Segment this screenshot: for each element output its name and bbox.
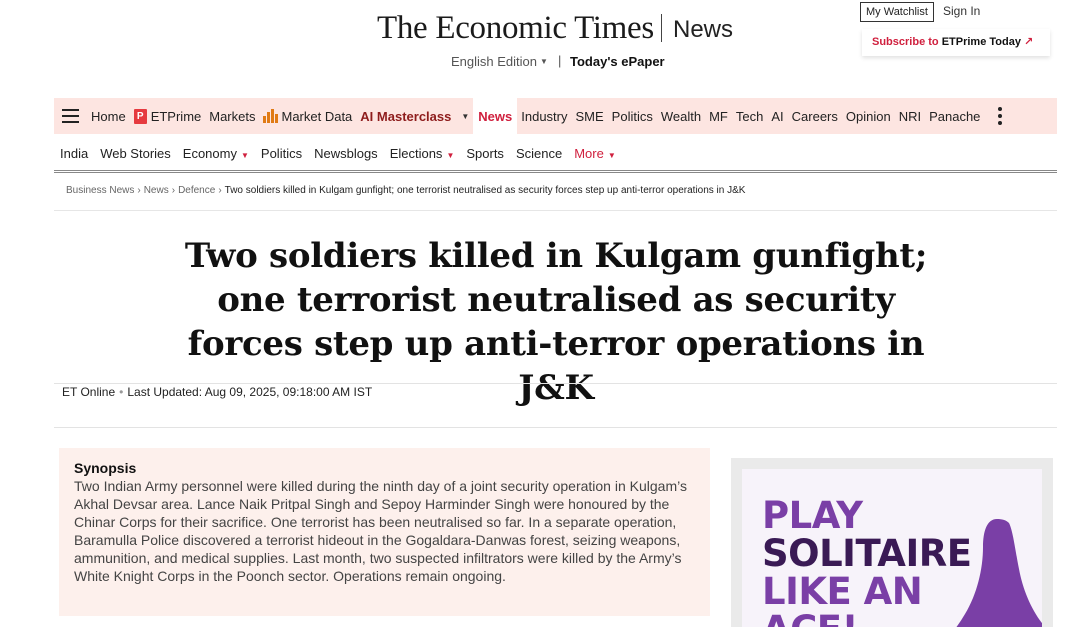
subnav-item-science[interactable]: Science <box>510 146 568 161</box>
nav-item-mf[interactable]: MF <box>705 98 732 134</box>
nav-item-nri[interactable]: NRI <box>895 98 925 134</box>
subnav-item-more-label: More <box>574 145 604 161</box>
site-logo[interactable]: The Economic Times <box>377 10 654 47</box>
ad-headline: PLAY SOLITAIRE LIKE AN ACE! <box>762 494 972 627</box>
etprime-icon: P <box>133 108 147 124</box>
watchlist-button[interactable]: My Watchlist <box>860 2 934 22</box>
breadcrumb-separator: › <box>218 185 222 196</box>
edition-label: English Edition <box>451 54 537 69</box>
breadcrumb-item-business-news[interactable]: Business News <box>66 185 134 196</box>
subnav-item-politics[interactable]: Politics <box>255 146 308 161</box>
last-updated: Last Updated: Aug 09, 2025, 09:18:00 AM … <box>127 385 373 399</box>
subnav-item-india[interactable]: India <box>54 146 94 161</box>
bar-chart-icon <box>263 109 279 123</box>
ad-line: ACE! <box>762 611 971 627</box>
kebab-menu-icon[interactable] <box>998 107 1003 125</box>
sign-in-link[interactable]: Sign In <box>943 4 980 18</box>
nav-item-politics[interactable]: Politics <box>608 98 657 134</box>
subscribe-brand: ETPrime Today <box>941 36 1021 48</box>
subnav-item-more[interactable]: More ▼ <box>568 146 622 161</box>
breadcrumb-divider <box>54 210 1057 211</box>
nav-item-market-data-label: Market Data <box>281 108 353 124</box>
subnav-item-elections-label: Elections <box>389 145 443 161</box>
chevron-down-icon: ▼ <box>446 150 455 160</box>
nav-item-news[interactable]: News <box>473 98 518 134</box>
breadcrumb: Business News › News › Defence › Two soldiers … <box>66 185 745 196</box>
nav-item-ai-masterclass-label: AI Masterclass <box>360 108 452 124</box>
breadcrumb-separator: › <box>137 185 141 196</box>
nav-item-markets[interactable]: Markets <box>205 98 259 134</box>
section-title[interactable]: News <box>673 16 733 44</box>
subscribe-prefix: Subscribe to <box>872 36 939 48</box>
secondary-nav: India Web Stories Economy ▼ Politics News… <box>54 136 1057 170</box>
nav-divider <box>54 170 1057 173</box>
logo-divider <box>661 14 662 42</box>
nav-item-ai-masterclass[interactable]: AI Masterclass ▼ <box>356 98 473 134</box>
nav-item-etprime[interactable]: P ETPrime <box>130 98 206 134</box>
nav-item-tech[interactable]: Tech <box>732 98 767 134</box>
synopsis-text: Two Indian Army personnel were killed du… <box>74 478 687 584</box>
subnav-item-economy-label: Economy <box>182 145 237 161</box>
nav-item-careers[interactable]: Careers <box>788 98 842 134</box>
solitaire-ad[interactable]: PLAY SOLITAIRE LIKE AN ACE! <box>742 469 1042 627</box>
nav-item-etprime-label: ETPrime <box>150 108 202 124</box>
subnav-item-economy[interactable]: Economy ▼ <box>177 146 255 161</box>
nav-item-panache[interactable]: Panache <box>925 98 984 134</box>
breadcrumb-item-defence[interactable]: Defence <box>178 185 215 196</box>
chevron-down-icon: ▼ <box>540 57 548 66</box>
subnav-item-sports[interactable]: Sports <box>460 146 510 161</box>
ad-line: LIKE AN <box>762 570 923 613</box>
synopsis-box: Synopsis Two Indian Army personnel were … <box>59 448 710 616</box>
edition-separator: | <box>558 53 562 68</box>
epaper-link[interactable]: Today's ePaper <box>570 54 665 69</box>
nav-item-ai[interactable]: AI <box>767 98 787 134</box>
ad-line: SOLITAIRE <box>762 532 972 575</box>
ad-line: PLAY <box>762 494 863 537</box>
byline-divider-bottom <box>54 427 1057 428</box>
nav-item-industry[interactable]: Industry <box>517 98 571 134</box>
byline-divider-top <box>54 383 1057 384</box>
nav-item-home[interactable]: Home <box>87 98 130 134</box>
subnav-item-web-stories[interactable]: Web Stories <box>94 146 177 161</box>
article-byline: ET Online • Last Updated: Aug 09, 2025, 09… <box>62 385 372 399</box>
nav-item-opinion[interactable]: Opinion <box>842 98 895 134</box>
synopsis-title: Synopsis <box>74 460 137 476</box>
subnav-item-newsblogs[interactable]: Newsblogs <box>308 146 384 161</box>
subscribe-banner[interactable]: Subscribe to ETPrime Today ↗ <box>862 29 1050 56</box>
chevron-down-icon: ▼ <box>240 150 249 160</box>
nav-item-sme[interactable]: SME <box>572 98 608 134</box>
hamburger-menu-icon[interactable] <box>54 109 87 123</box>
author-link[interactable]: ET Online <box>62 385 115 399</box>
byline-dot: • <box>119 385 124 399</box>
subnav-item-elections[interactable]: Elections ▼ <box>384 146 461 161</box>
chevron-down-icon: ▼ <box>607 150 616 160</box>
breadcrumb-separator: › <box>171 185 176 196</box>
nav-item-market-data[interactable]: Market Data <box>259 98 356 134</box>
breadcrumb-item-news[interactable]: News <box>144 185 169 196</box>
primary-nav: Home P ETPrime Markets Market Data AI Ma… <box>54 98 1057 134</box>
external-arrow-icon: ↗ <box>1023 36 1034 48</box>
breadcrumb-current: Two soldiers killed in Kulgam gunfight; … <box>224 185 746 196</box>
nav-item-wealth[interactable]: Wealth <box>657 98 705 134</box>
chevron-down-icon: ▼ <box>461 111 470 121</box>
edition-selector[interactable]: English Edition ▼ <box>451 54 548 69</box>
